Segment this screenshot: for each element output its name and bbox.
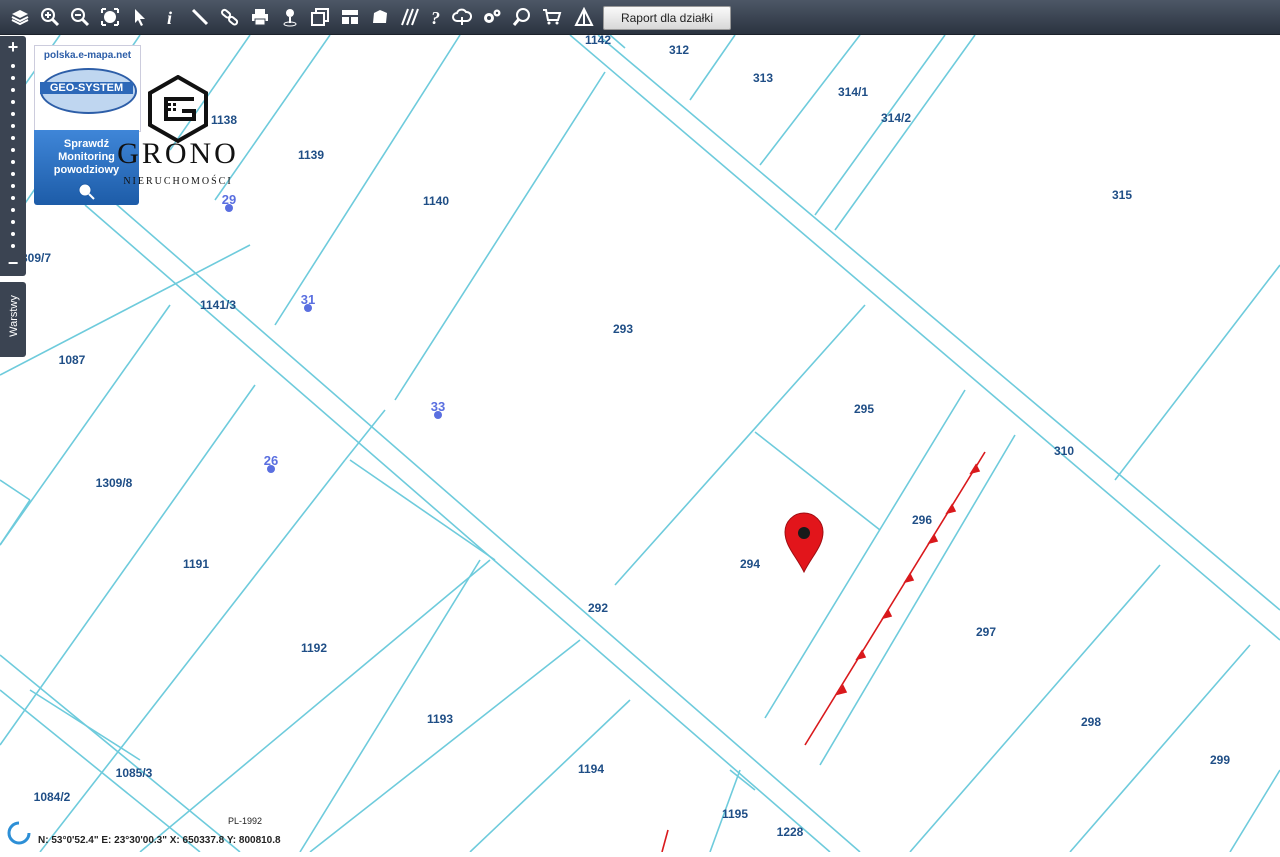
zoom-level-dot[interactable] [11,64,15,68]
crs-select[interactable]: PL-1992 [228,816,300,830]
address-label: 31 [301,292,315,307]
layout-icon[interactable] [338,5,362,29]
parcel-label: 296 [912,513,932,527]
parcel-label: 1139 [298,148,324,162]
zoom-level-dot[interactable] [11,184,15,188]
grono-brand-subtitle: NIERUCHOMOŚCI [123,176,233,187]
parcel-label: 298 [1081,715,1101,729]
parcel-label: 1141/3 [200,298,236,312]
parcel-label: 1194 [578,762,604,776]
help-icon[interactable]: ? [424,5,448,29]
zoom-level-dot[interactable] [11,172,15,176]
parcel-label: 313 [753,71,773,85]
parcel-label: 293 [613,322,633,336]
layers-tab-label: Warstwy [8,295,20,337]
cart-icon[interactable] [540,5,564,29]
parcel-label: 1309/8 [96,476,133,490]
search-icon[interactable] [510,5,534,29]
zoom-out-button[interactable]: − [3,253,23,273]
utility-line [661,451,986,853]
svg-text:?: ? [431,8,440,27]
triangle-icon[interactable] [572,5,596,29]
settings-icon[interactable] [480,5,504,29]
grono-logo-icon [148,75,208,144]
copy-icon[interactable] [308,5,332,29]
zoom-level-dot[interactable] [11,112,15,116]
zoom-out-icon[interactable] [68,5,92,29]
parcel-label: 314/2 [881,111,911,125]
print-icon[interactable] [248,5,272,29]
parcel-label: 292 [588,601,608,615]
coordinates-readout: N: 53°0'52.4" E: 23°30'00.3" X: 650337.8… [38,835,281,846]
magnifier-icon [78,183,95,200]
svg-text:i: i [167,8,172,27]
zoom-level-dot[interactable] [11,148,15,152]
address-label: 29 [222,192,236,207]
shape-icon[interactable] [368,5,392,29]
info-icon[interactable]: i [158,5,182,29]
pin-icon[interactable] [278,5,302,29]
zoom-level-dot[interactable] [11,220,15,224]
parcel-label: 312 [669,43,689,57]
parcel-label: 314/1 [838,85,868,99]
parcel-label: 310 [1054,444,1074,458]
grono-brand-name: GRONO [117,137,239,170]
zoom-level-dot[interactable] [11,208,15,212]
full-extent-icon[interactable] [98,5,122,29]
zoom-in-button[interactable]: + [3,37,23,57]
parcel-label: 1084/2 [34,790,71,804]
parcel-label: 1193 [427,712,453,726]
layers-tab[interactable]: Warstwy [0,282,26,357]
hatch-icon[interactable] [398,5,422,29]
parcel-label: 315 [1112,188,1132,202]
zoom-level-dot[interactable] [11,124,15,128]
measure-icon[interactable] [188,5,212,29]
parcel-label: 1085/3 [116,766,153,780]
loading-spinner-icon [7,821,31,845]
zoom-level-dot[interactable] [11,136,15,140]
zoom-in-icon[interactable] [38,5,62,29]
parcel-report-button[interactable]: Raport dla działki [603,6,731,30]
zoom-level-dot[interactable] [11,244,15,248]
layers-icon[interactable] [8,5,32,29]
zoom-level-dot[interactable] [11,88,15,92]
parcel-label: 1191 [183,557,209,571]
address-label: 33 [431,399,445,414]
location-marker-icon[interactable] [784,512,824,574]
parcel-label: 1142 [585,35,611,47]
parcel-label: 299 [1210,753,1230,767]
parcel-label: 295 [854,402,874,416]
zoom-level-dot[interactable] [11,100,15,104]
zoom-level-dot[interactable] [11,232,15,236]
zoom-level-dot[interactable] [11,196,15,200]
zoom-slider[interactable]: + − [0,36,26,276]
pointer-icon[interactable] [128,5,152,29]
parcel-label: 297 [976,625,996,639]
link-icon[interactable] [218,5,242,29]
address-label: 26 [264,453,278,468]
parcel-label: 1195 [722,807,748,821]
cloud-icon[interactable] [450,5,474,29]
zoom-level-dot[interactable] [11,160,15,164]
parcel-label: 1228 [777,825,804,839]
parcel-label: 1192 [301,641,327,655]
parcel-label: 1087 [59,353,86,367]
geo-site-label: polska.e-mapa.net [43,50,132,61]
parcel-label: 1140 [423,194,449,208]
parcel-label: 294 [740,557,760,571]
zoom-level-dot[interactable] [11,76,15,80]
